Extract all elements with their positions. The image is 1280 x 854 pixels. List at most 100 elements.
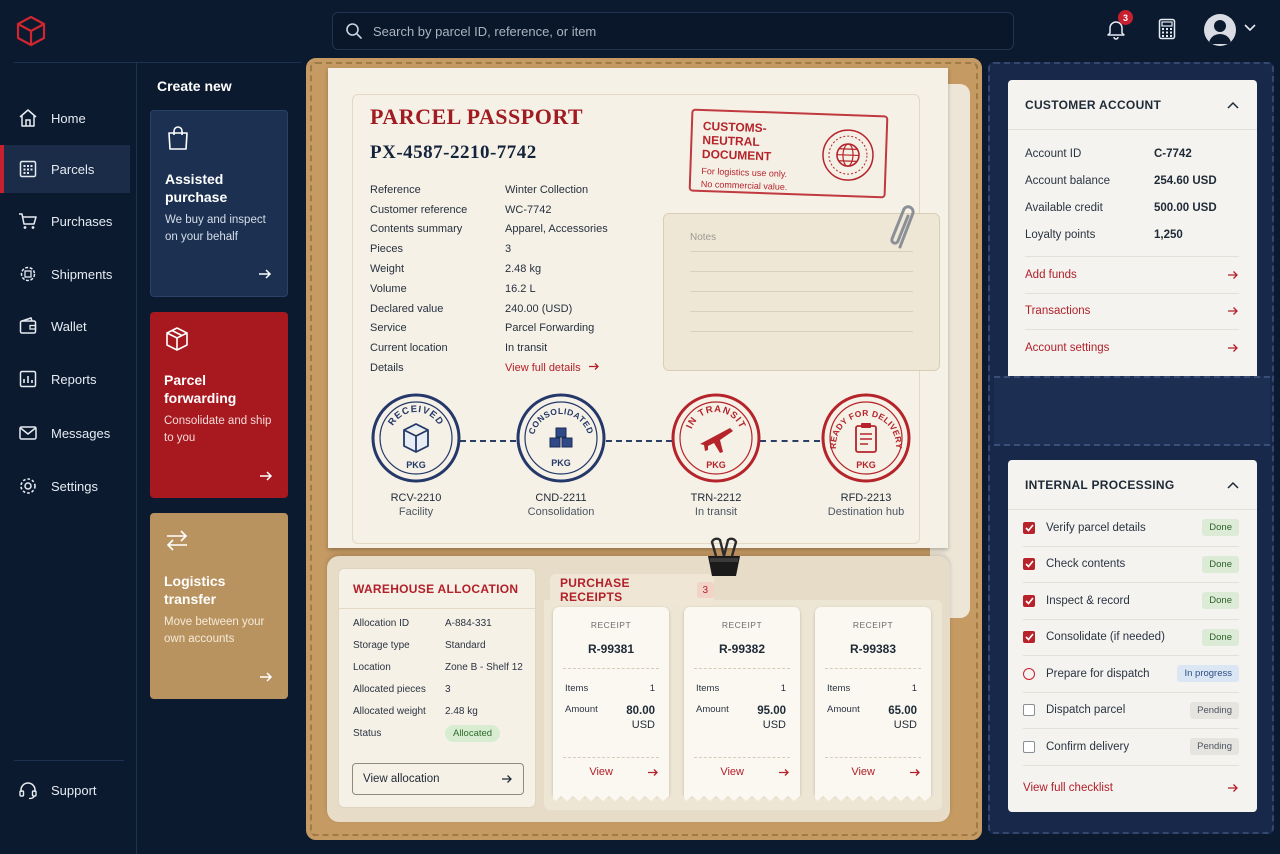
receipt-view-link[interactable]: View [694, 757, 790, 778]
assisted-purchase-card[interactable]: Assisted purchase We buy and inspect on … [150, 110, 288, 297]
sidebar-item-shipments[interactable]: Shipments [0, 250, 130, 298]
sidebar-item-messages[interactable]: Messages [0, 409, 130, 457]
checkbox-checked-icon[interactable] [1023, 594, 1035, 607]
allocation-row: Allocated weight 2.48 kg [339, 700, 535, 722]
chevron-up-icon[interactable] [1227, 481, 1239, 489]
customs-neutral-stamp: CUSTOMS-NEUTRAL DOCUMENT For logistics u… [688, 108, 889, 199]
checklist-item[interactable]: Confirm delivery Pending [1023, 729, 1239, 766]
sidebar-item-reports[interactable]: Reports [0, 355, 130, 403]
card-description: Move between your own accounts [164, 616, 265, 645]
parcels-icon [19, 160, 37, 178]
reports-icon [19, 370, 37, 388]
receipt-view-link[interactable]: View [563, 757, 659, 778]
search-input[interactable] [373, 23, 973, 39]
checklist-item[interactable]: Dispatch parcel Pending [1023, 693, 1239, 729]
link-label: Transactions [1025, 305, 1091, 318]
receipt-view-link[interactable]: View [825, 757, 921, 778]
transactions-link[interactable]: Transactions [1025, 292, 1239, 330]
shopping-bag-icon [168, 126, 188, 150]
user-avatar[interactable] [1204, 14, 1236, 46]
arrow-right-icon[interactable] [258, 669, 274, 685]
items-count: 1 [911, 683, 917, 694]
received-stamp-icon: RECEIVED PKG [371, 393, 461, 483]
search-bar[interactable] [332, 12, 1014, 50]
in-progress-circle-icon[interactable] [1023, 667, 1035, 680]
arrow-right-icon[interactable] [257, 266, 273, 282]
arrow-right-icon[interactable] [258, 468, 274, 484]
stamp-pkg: PKG [856, 460, 876, 470]
checklist-label: Verify parcel details [1046, 521, 1146, 534]
notes-line [690, 311, 913, 312]
receipt-card: RECEIPT R-99382 Items 1 Amount 95.00 USD Vi… [684, 607, 800, 801]
checklist-item[interactable]: Consolidate (if needed) Done [1023, 620, 1239, 656]
sidebar-item-home[interactable]: Home [0, 94, 130, 142]
checklist-item[interactable]: Verify parcel details Done [1023, 510, 1239, 547]
checkbox-unchecked-icon[interactable] [1023, 704, 1035, 717]
user-icon [1209, 20, 1231, 44]
checkbox-unchecked-icon[interactable] [1023, 740, 1035, 753]
logo-cube-icon[interactable] [14, 14, 48, 48]
account-key: Account balance [1025, 174, 1111, 187]
sidebar-item-wallet[interactable]: Wallet [0, 302, 130, 350]
view-full-checklist-link[interactable]: View full checklist [1023, 766, 1239, 810]
card-title: Logistics transfer [164, 573, 226, 607]
sidebar-item-purchases[interactable]: Purchases [0, 197, 130, 245]
detail-row: Contents summary Apparel, Accessories [370, 220, 670, 240]
arrow-right-icon [502, 775, 512, 783]
warehouse-allocation-card: WAREHOUSE ALLOCATION Allocation ID A-884-… [338, 568, 536, 808]
checklist-item[interactable]: Check contents Done [1023, 547, 1239, 583]
detail-key: Declared value [370, 302, 444, 315]
allocation-key: Allocated pieces [353, 683, 426, 695]
chevron-down-icon[interactable] [1244, 24, 1256, 32]
chevron-up-icon[interactable] [1227, 101, 1239, 109]
account-settings-link[interactable]: Account settings [1025, 329, 1239, 366]
internal-processing-header[interactable]: INTERNAL PROCESSING [1008, 460, 1257, 510]
status-badge: Allocated [445, 724, 501, 742]
amount-label: Amount [827, 704, 860, 715]
sidebar-item-label: Settings [51, 478, 98, 494]
add-funds-link[interactable]: Add funds [1025, 256, 1239, 293]
view-full-details-link[interactable]: View full details [505, 362, 670, 374]
checkbox-checked-icon[interactable] [1023, 631, 1035, 644]
notifications-button[interactable]: 3 [1101, 10, 1133, 44]
checkbox-checked-icon[interactable] [1023, 521, 1035, 534]
denim-pocket [994, 376, 1270, 446]
logistics-transfer-card[interactable]: Logistics transfer Move between your own… [150, 513, 288, 699]
checkbox-checked-icon[interactable] [1023, 558, 1035, 571]
status-badge: In progress [1177, 665, 1239, 683]
customer-account-header[interactable]: CUSTOMER ACCOUNT [1008, 80, 1257, 130]
stamp-label: In transit [694, 506, 738, 518]
status-badge: Done [1202, 592, 1239, 610]
receipts-count-badge: 3 [696, 582, 714, 598]
allocation-value: A-884-331 [445, 617, 492, 629]
notes-line [690, 331, 913, 332]
calculator-button[interactable] [1152, 14, 1182, 44]
link-label: Account settings [1025, 341, 1110, 354]
sidebar-item-support[interactable]: Support [0, 766, 130, 814]
card-description: We buy and inspect on your behalf [165, 214, 266, 243]
stamp-pkg: PKG [706, 460, 726, 470]
detail-row: Pieces 3 [370, 239, 670, 259]
search-icon [346, 23, 362, 39]
checklist-item[interactable]: Inspect & record Done [1023, 583, 1239, 620]
status-badge: Done [1202, 519, 1239, 537]
link-label: Add funds [1025, 268, 1077, 281]
arrow-right-icon [910, 768, 920, 776]
notification-badge: 3 [1118, 10, 1133, 25]
sidebar-item-parcels[interactable]: Parcels [0, 145, 130, 193]
passport-details: Reference Winter Collection Customer refe… [370, 180, 670, 378]
items-label: Items [696, 683, 720, 694]
view-allocation-button[interactable]: View allocation [352, 763, 524, 795]
detail-value: 16.2 L [505, 282, 536, 295]
parcel-forwarding-card[interactable]: Parcel forwarding Consolidate and ship t… [150, 312, 288, 498]
detail-row: Volume 16.2 L [370, 279, 670, 299]
sidebar-item-settings[interactable]: Settings [0, 462, 130, 510]
internal-processing-panel: INTERNAL PROCESSING Verify parcel detail… [1008, 460, 1257, 812]
arrow-right-icon [1228, 307, 1238, 316]
purchase-receipts-tab[interactable]: PURCHASE RECEIPTS 3 [550, 574, 714, 606]
stamp-label: Destination hub [827, 506, 905, 518]
checklist-item[interactable]: Prepare for dispatch In progress [1023, 656, 1239, 693]
account-row: Available credit 500.00 USD [1008, 194, 1257, 221]
stamp-code: CND-2211 [535, 492, 587, 504]
detail-value: Parcel Forwarding [505, 322, 595, 335]
